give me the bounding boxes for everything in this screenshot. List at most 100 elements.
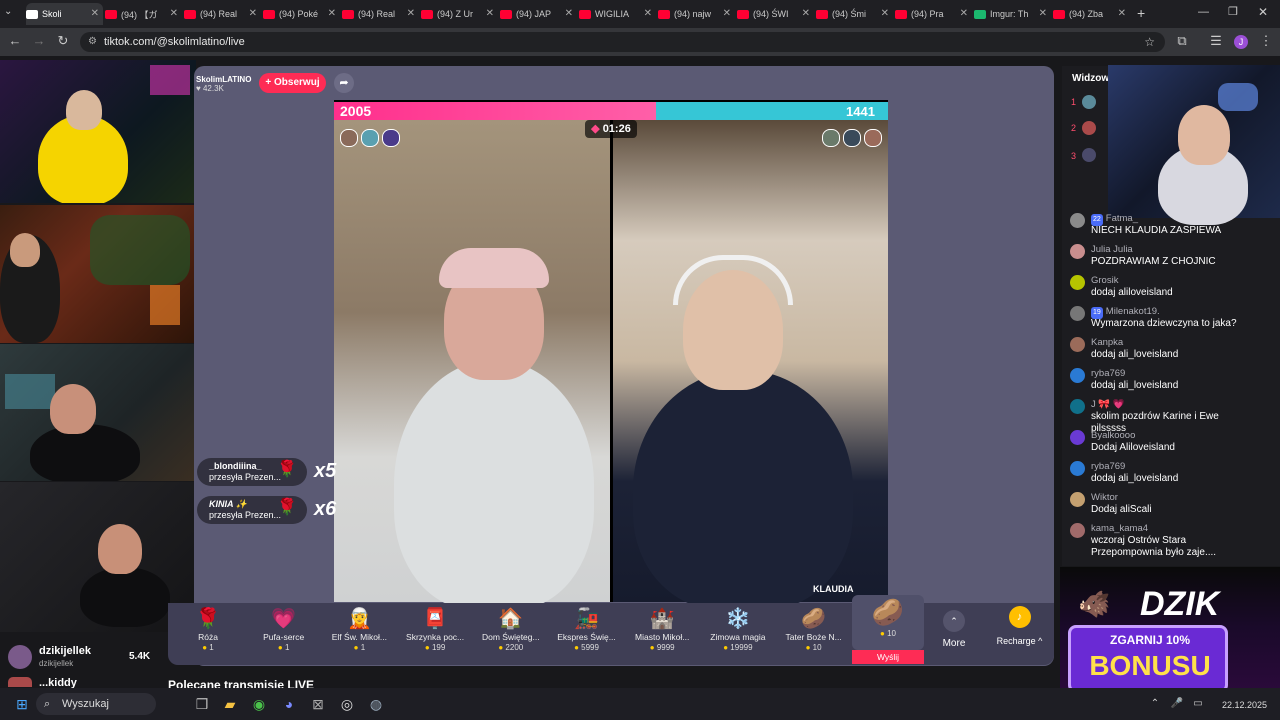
browser-menu-icon[interactable]: ⋮ — [1257, 33, 1275, 49]
tab-list-dropdown-icon[interactable]: ⌄ — [4, 6, 12, 17]
file-explorer-icon[interactable]: ▰ — [220, 694, 240, 714]
gift-item[interactable]: ❄️ Zimowa magia ● 19999 — [700, 606, 776, 652]
discord-icon[interactable]: ◕ — [279, 694, 299, 714]
chat-username[interactable]: Julia Julia — [1091, 244, 1133, 255]
chat-avatar[interactable] — [1070, 275, 1085, 290]
browser-tab[interactable]: Skoli ✕ — [26, 3, 103, 25]
new-tab-button[interactable]: + — [1137, 5, 1145, 21]
maximize-button[interactable]: ❐ — [1228, 5, 1238, 18]
gift-item[interactable]: 🥔 Tater Boże N... ● 10 — [776, 606, 852, 652]
chat-avatar[interactable] — [1070, 461, 1085, 476]
tab-close-icon[interactable]: ✕ — [249, 8, 257, 19]
tab-close-icon[interactable]: ✕ — [1118, 8, 1126, 19]
left-supporter-avatar-1[interactable] — [340, 129, 358, 147]
selected-gift[interactable]: 🥔 ● 10 — [852, 595, 924, 650]
steam-icon[interactable]: ◍ — [366, 694, 386, 714]
gift-item[interactable]: 🧝 Elf Św. Mikoł... ● 1 — [321, 606, 397, 652]
left-supporter-avatar-3[interactable] — [382, 129, 400, 147]
chat-avatar[interactable] — [1070, 306, 1085, 321]
close-window-button[interactable]: ✕ — [1258, 5, 1268, 19]
gift-item[interactable]: 🌹 Róża ● 1 — [170, 606, 246, 652]
gift-item[interactable]: 🚂 Ekspres Świę... ● 5999 — [549, 606, 625, 652]
chrome-icon[interactable]: ◉ — [249, 694, 269, 714]
task-view-icon[interactable]: ❒ — [192, 694, 212, 714]
right-supporter-avatar-1[interactable] — [822, 129, 840, 147]
chat-username[interactable]: Fatma_ — [1106, 213, 1138, 224]
right-supporter-avatar-3[interactable] — [864, 129, 882, 147]
chat-avatar[interactable] — [1070, 523, 1085, 538]
gift-item[interactable]: 💗 Pufa-serce ● 1 — [246, 606, 322, 652]
browser-tab[interactable]: (94) Z Ur ✕ — [421, 3, 498, 25]
xbox-icon[interactable]: ⊠ — [308, 694, 328, 714]
chat-avatar[interactable] — [1070, 337, 1085, 352]
chat-avatar[interactable] — [1070, 368, 1085, 383]
browser-tab[interactable]: (94) JAP ✕ — [500, 3, 577, 25]
recharge-button[interactable]: ♪ Recharge ^ — [992, 606, 1047, 646]
chat-avatar[interactable] — [1070, 244, 1085, 259]
tab-close-icon[interactable]: ✕ — [723, 8, 731, 19]
chat-username[interactable]: Kanpka — [1091, 337, 1123, 348]
chat-avatar[interactable] — [1070, 492, 1085, 507]
gift-item[interactable]: 📮 Skrzynka poc... ● 199 — [397, 606, 473, 652]
gift-item[interactable]: 🏰 Miasto Mikoł... ● 9999 — [624, 606, 700, 652]
chat-username[interactable]: ryba769 — [1091, 461, 1125, 472]
browser-tab[interactable]: Imgur: Th ✕ — [974, 3, 1051, 25]
profile-avatar[interactable]: J — [1234, 35, 1248, 49]
chat-username[interactable]: Byalkoooo — [1091, 430, 1135, 441]
browser-tab[interactable]: (94) ŚWI ✕ — [737, 3, 814, 25]
forward-button[interactable]: → — [30, 33, 48, 48]
bookmark-star-icon[interactable]: ☆ — [1144, 32, 1155, 52]
gift-item[interactable]: 🏠 Dom Święteg... ● 2200 — [473, 606, 549, 652]
tab-close-icon[interactable]: ✕ — [1039, 8, 1047, 19]
browser-tab[interactable]: (94) 【ガ ✕ — [105, 3, 182, 25]
tab-close-icon[interactable]: ✕ — [486, 8, 494, 19]
ranked-viewer-avatar[interactable] — [1082, 95, 1096, 109]
send-gift-button[interactable]: Wyślij — [852, 650, 924, 664]
windows-start-icon[interactable]: ⊞ — [12, 694, 32, 714]
host-info[interactable]: SkolimLATINO ♥ 42.3K — [196, 72, 258, 94]
chat-username[interactable]: Wiktor — [1091, 492, 1118, 503]
chat-username[interactable]: Grosik — [1091, 275, 1118, 286]
chat-avatar[interactable] — [1070, 213, 1085, 228]
extensions-icon[interactable]: ⧉ — [1173, 33, 1191, 49]
chat-username[interactable]: J 🎀 💗 — [1091, 399, 1125, 410]
chat-username[interactable]: Milenakot19. — [1106, 306, 1160, 317]
address-bar[interactable]: ⚙ tiktok.com/@skolimlatino/live ☆ — [80, 32, 1165, 52]
browser-tab[interactable]: (94) Zba ✕ — [1053, 3, 1130, 25]
tray-chevron-icon[interactable]: ⌃ — [1145, 694, 1165, 714]
browser-tab[interactable]: (94) Poké ✕ — [263, 3, 340, 25]
minimize-button[interactable]: — — [1198, 6, 1209, 18]
tab-close-icon[interactable]: ✕ — [91, 8, 99, 19]
more-gifts-button[interactable]: ⌃ More — [934, 610, 974, 649]
chat-avatar[interactable] — [1070, 399, 1085, 414]
browser-tab[interactable]: (94) najw ✕ — [658, 3, 735, 25]
tab-close-icon[interactable]: ✕ — [802, 8, 810, 19]
tab-close-icon[interactable]: ✕ — [644, 8, 652, 19]
chat-avatar[interactable] — [1070, 430, 1085, 445]
share-icon[interactable]: ➦ — [334, 73, 354, 93]
tab-close-icon[interactable]: ✕ — [170, 8, 178, 19]
tab-close-icon[interactable]: ✕ — [407, 8, 415, 19]
tab-close-icon[interactable]: ✕ — [960, 8, 968, 19]
browser-tab[interactable]: (94) Real ✕ — [184, 3, 261, 25]
ranked-viewer-avatar[interactable] — [1082, 121, 1096, 135]
back-button[interactable]: ← — [6, 33, 24, 48]
browser-tab[interactable]: (94) Real ✕ — [342, 3, 419, 25]
tab-close-icon[interactable]: ✕ — [328, 8, 336, 19]
ranked-viewer-avatar[interactable] — [1082, 148, 1096, 162]
taskbar-search[interactable]: ⌕ Wyszukaj — [36, 693, 156, 715]
reload-button[interactable]: ↻ — [54, 33, 72, 49]
tab-close-icon[interactable]: ✕ — [565, 8, 573, 19]
microphone-icon[interactable]: 🎤 — [1167, 694, 1187, 714]
monitor-icon[interactable]: ▭ — [1188, 694, 1208, 714]
browser-tab[interactable]: WIGILIA ✕ — [579, 3, 656, 25]
site-info-icon[interactable]: ⚙ — [88, 32, 97, 52]
follow-button[interactable]: + Obserwuj — [259, 73, 326, 93]
right-supporter-avatar-2[interactable] — [843, 129, 861, 147]
tab-close-icon[interactable]: ✕ — [881, 8, 889, 19]
obs-icon[interactable]: ◎ — [337, 694, 357, 714]
left-supporter-avatar-2[interactable] — [361, 129, 379, 147]
browser-tab[interactable]: (94) Śmi ✕ — [816, 3, 893, 25]
chat-username[interactable]: ryba769 — [1091, 368, 1125, 379]
media-controls-icon[interactable]: ☰ — [1207, 33, 1225, 49]
